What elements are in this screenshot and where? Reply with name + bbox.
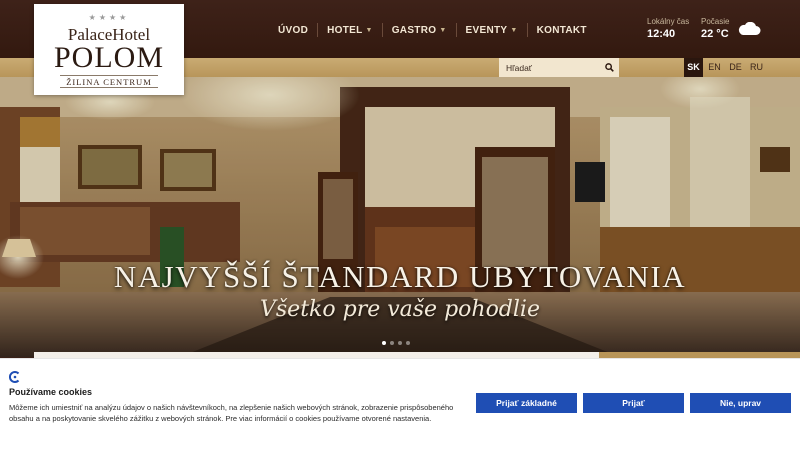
weather: Počasie 22 °C — [701, 17, 729, 40]
nav-kontakt[interactable]: KONTAKT — [537, 25, 587, 36]
nav-label: KONTAKT — [536, 24, 587, 36]
search-input[interactable]: Hľadať — [506, 63, 532, 73]
cookie-text: Môžeme ich umiestniť na analýzu údajov o… — [9, 403, 454, 423]
lang-de[interactable]: DE — [726, 58, 745, 77]
logo-line-3: ŽILINA CENTRUM — [60, 75, 158, 88]
accept-basic-button[interactable]: Prijať základné — [476, 393, 577, 413]
lang-en[interactable]: EN — [705, 58, 724, 77]
lang-ru[interactable]: RU — [747, 58, 766, 77]
slider-dots — [382, 341, 414, 345]
chevron-down-icon: ▼ — [365, 26, 373, 34]
chevron-down-icon: ▼ — [439, 26, 447, 34]
cookie-title: Používame cookies — [9, 387, 93, 397]
slider-dot[interactable] — [406, 341, 410, 345]
cookie-consent-logo-icon — [9, 371, 20, 383]
slider-dot[interactable] — [382, 341, 386, 345]
nav-uvod[interactable]: ÚVOD — [278, 25, 308, 36]
lang-sk[interactable]: SK — [684, 58, 703, 77]
local-time-label: Lokálny čas — [647, 17, 690, 26]
slider-dot[interactable] — [398, 341, 402, 345]
local-time: Lokálny čas 12:40 — [647, 17, 689, 40]
weather-label: Počasie — [701, 17, 730, 26]
nav-label: HOTEL — [327, 24, 363, 36]
nav-hotel[interactable]: HOTEL ▼ — [327, 25, 373, 36]
nav-label: GASTRO — [391, 24, 437, 36]
hero-slider[interactable]: NAJVYŠŠÍ ŠTANDARD UBYTOVANIA Všetko pre … — [0, 77, 800, 357]
weather-value: 22 °C — [701, 28, 729, 40]
hero-title: NAJVYŠŠÍ ŠTANDARD UBYTOVANIA — [113, 259, 687, 294]
chevron-down-icon: ▼ — [510, 26, 518, 34]
main-nav: ÚVOD HOTEL ▼ GASTRO ▼ EVENTY ▼ KONTAKT — [278, 22, 587, 38]
slider-dot[interactable] — [390, 341, 394, 345]
hotel-logo[interactable]: ★★★★ PalaceHotel POLOM ŽILINA CENTRUM — [34, 4, 184, 95]
nav-divider — [381, 23, 383, 37]
accept-button[interactable]: Prijať — [583, 393, 684, 413]
decline-settings-button[interactable]: Nie, uprav — [690, 393, 791, 413]
cookie-banner: Používame cookies Môžeme ich umiestniť n… — [0, 358, 800, 450]
hero-subtitle: Všetko pre vaše pohodlie — [260, 297, 540, 322]
cloud-icon — [738, 22, 761, 35]
nav-label: EVENTY — [465, 24, 508, 36]
nav-eventy[interactable]: EVENTY ▼ — [466, 25, 518, 36]
search-box[interactable]: Hľadať — [499, 58, 619, 77]
logo-line-2: POLOM — [53, 41, 164, 74]
logo-stars: ★★★★ — [88, 13, 130, 22]
nav-divider — [455, 23, 457, 37]
nav-divider — [317, 23, 319, 37]
nav-divider — [526, 23, 528, 37]
language-switcher: SK EN DE RU — [684, 58, 768, 77]
nav-gastro[interactable]: GASTRO ▼ — [392, 25, 447, 36]
local-time-value: 12:40 — [647, 28, 676, 40]
nav-label: ÚVOD — [278, 24, 309, 36]
search-icon[interactable] — [605, 63, 614, 72]
